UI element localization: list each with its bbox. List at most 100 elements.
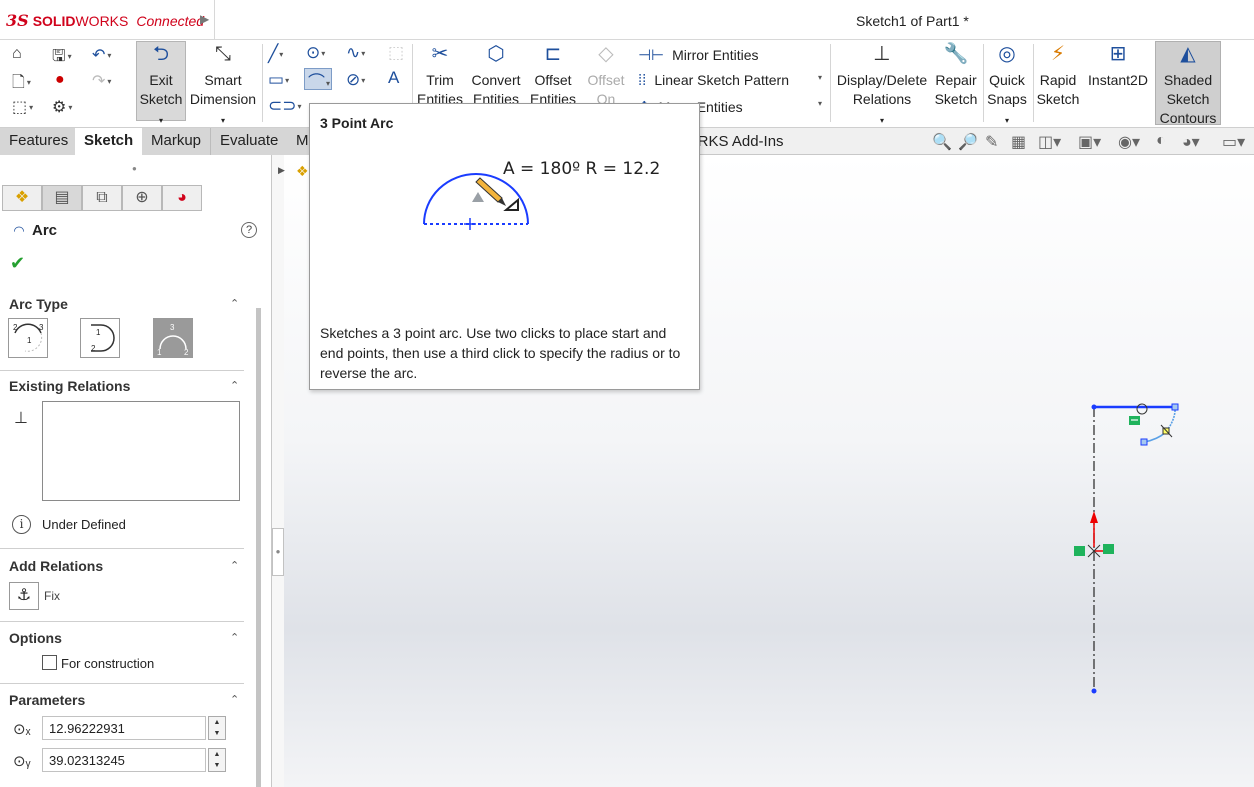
select-icon[interactable]: ⬚ ▾ (12, 97, 33, 117)
tab-sketch[interactable]: Sketch (75, 128, 144, 155)
repair-sketch-button[interactable]: 🔧 Repair Sketch (932, 44, 980, 109)
linear-sketch-pattern-button[interactable]: ⁞⁞ Linear Sketch Pattern (638, 72, 789, 89)
arc-icon[interactable]: ⌒▾ (308, 68, 330, 93)
panel-splitter[interactable] (272, 155, 284, 787)
save-icon[interactable]: 🖫 ▾ (52, 45, 72, 72)
section-add-relations[interactable]: Add Relations (9, 558, 103, 574)
property-manager-title: ◠ Arc (14, 222, 58, 239)
center-y-spinner[interactable]: ▲ ▼ (208, 748, 226, 772)
tangent-arc-icon: 12 (91, 324, 115, 353)
sketch-geometry[interactable] (1060, 395, 1200, 705)
chevron-up-icon[interactable]: ⌃ (230, 693, 239, 706)
origin-relation-icon (1074, 546, 1085, 556)
endpoint-handle[interactable] (1140, 438, 1148, 446)
quick-snaps-button[interactable]: ◎ Quick Snaps ▾ (985, 44, 1029, 130)
undo-icon[interactable]: ↶ ▾ (92, 45, 111, 65)
options-gear-icon[interactable]: ⚙ ▾ (52, 97, 72, 117)
offset-on-surface-icon: ◇ (598, 43, 614, 65)
sketch-point[interactable] (1091, 688, 1097, 694)
convert-entities-button[interactable]: ⬡ Convert Entities (468, 44, 524, 109)
display-manager-tab[interactable]: ◕ (162, 185, 202, 211)
3-point-arc-type-button[interactable]: 3 1 2 (153, 318, 193, 358)
trim-entities-button[interactable]: ✂ Trim Entities (414, 44, 466, 109)
feature-tree-flyout-icon[interactable]: ❖ (296, 163, 309, 180)
solidworks-logo[interactable]: 3S SOLIDWORKS Connected (6, 11, 204, 30)
rectangle-icon[interactable]: ▭▾ (268, 70, 289, 90)
hide-show-items-icon[interactable]: ◉▾ (1118, 132, 1140, 152)
section-parameters[interactable]: Parameters (9, 692, 85, 708)
chevron-down-icon: ▾ (1004, 116, 1009, 125)
fix-relation-button[interactable]: ⚓ (9, 582, 39, 610)
display-style-icon[interactable]: ▣▾ (1078, 132, 1101, 152)
dimxpert-manager-tab[interactable]: ⊕ (122, 185, 162, 211)
chevron-down-icon[interactable]: ▾ (818, 99, 822, 108)
panel-scrollbar[interactable] (256, 308, 261, 787)
feature-manager-tab[interactable]: ❖ (2, 185, 42, 211)
text-icon[interactable]: A (388, 68, 399, 88)
relations-icon: ⊥ (14, 410, 28, 427)
center-x-spinner[interactable]: ▲ ▼ (208, 716, 226, 740)
existing-relations-list[interactable] (42, 401, 240, 501)
property-manager-tab[interactable]: ▤ (42, 185, 82, 211)
splitter-grip-icon[interactable]: ● (272, 528, 284, 576)
chevron-up-icon[interactable]: ⌃ (230, 297, 239, 310)
center-x-input[interactable] (42, 716, 206, 740)
tab-features[interactable]: Features (0, 128, 79, 155)
edit-appearance-icon[interactable]: ◐ (1156, 132, 1166, 150)
redo-icon[interactable]: ↷ ▾ (92, 71, 111, 91)
line-icon[interactable]: ╱▾ (268, 44, 283, 64)
zoom-to-area-icon[interactable]: 🔎 (958, 132, 978, 152)
spline-icon[interactable]: ∿▾ (346, 43, 365, 63)
offset-on-surface-button[interactable]: ◇ Offset On (584, 43, 628, 109)
chevron-up-icon[interactable]: ⌃ (230, 631, 239, 644)
display-delete-relations-button[interactable]: ⊥ Display/Delete Relations ▾ (834, 44, 930, 130)
section-arc-type[interactable]: Arc Type (9, 296, 68, 312)
instant2d-button[interactable]: ⊞ Instant2D (1084, 44, 1152, 90)
ok-check-icon[interactable]: ✔ (10, 253, 25, 274)
help-icon[interactable]: ? (241, 222, 257, 238)
chevron-up-icon[interactable]: ⌃ (230, 379, 239, 392)
configuration-manager-tab[interactable]: ⧉ (82, 185, 122, 211)
section-existing-relations[interactable]: Existing Relations (9, 378, 130, 394)
panel-grip-icon[interactable]: ● (132, 164, 137, 173)
offset-entities-button[interactable]: ⊏ Offset Entities (526, 43, 580, 109)
tab-evaluate[interactable]: Evaluate (211, 128, 289, 155)
home-icon[interactable]: ⌂ (12, 45, 22, 63)
pencil-icon (472, 177, 506, 206)
rapid-sketch-button[interactable]: ⚡ Rapid Sketch (1035, 44, 1081, 109)
sketch-point[interactable] (1091, 404, 1097, 410)
endpoint-handle[interactable] (1171, 403, 1179, 411)
chevron-down-icon: ▾ (879, 116, 884, 125)
ribbon-divider (1033, 44, 1034, 122)
polygon-icon[interactable]: ⊘▾ (346, 70, 365, 90)
section-options[interactable]: Options (9, 630, 62, 646)
mirror-entities-button[interactable]: ⊣⊢ Mirror Entities (638, 46, 759, 64)
smart-dimension-button[interactable]: ⤡ Smart Dimension ▾ (188, 44, 258, 130)
rebuild-icon[interactable]: ● (55, 71, 65, 89)
apply-scene-icon[interactable]: ◕▾ (1182, 132, 1200, 152)
circle-icon[interactable]: ⊙▾ (306, 43, 325, 63)
previous-view-icon[interactable]: ✎ (985, 132, 998, 152)
view-settings-icon[interactable]: ▭▾ (1222, 132, 1245, 152)
new-document-icon[interactable]: 🗋 ▾ (12, 71, 31, 98)
slot-icon[interactable]: ⊂⊃▾ (268, 96, 302, 116)
exit-sketch-label[interactable]: ⮌ Exit Sketch ▾ (136, 44, 186, 130)
sketch-status: Under Defined (42, 517, 126, 532)
chevron-down-icon[interactable]: ▾ (818, 73, 822, 82)
centerpoint-arc-button[interactable]: 2 31 (8, 318, 48, 358)
tangent-arc-button[interactable]: 12 (80, 318, 120, 358)
chevron-right-icon[interactable]: ▶ (200, 12, 209, 26)
view-orientation-icon[interactable]: ◫▾ (1038, 132, 1061, 152)
chevron-right-icon[interactable]: ▶ (278, 165, 285, 176)
for-construction-checkbox[interactable] (42, 655, 57, 670)
offset-entities-icon: ⊏ (544, 43, 562, 65)
surface-spline-icon[interactable]: ⬚ (388, 43, 404, 63)
chevron-up-icon[interactable]: ⌃ (230, 559, 239, 572)
shaded-sketch-contours-label[interactable]: ◭ Shaded Sketch Contours (1155, 44, 1221, 128)
zoom-to-fit-icon[interactable]: 🔍 (932, 132, 952, 152)
tab-solidworks-addins[interactable]: ORKS Add-Ins (686, 133, 784, 150)
center-y-input[interactable] (42, 748, 206, 772)
section-view-icon[interactable]: ▦ (1011, 132, 1026, 152)
document-title: Sketch1 of Part1 * (856, 13, 969, 29)
tab-markup[interactable]: Markup (142, 128, 212, 155)
